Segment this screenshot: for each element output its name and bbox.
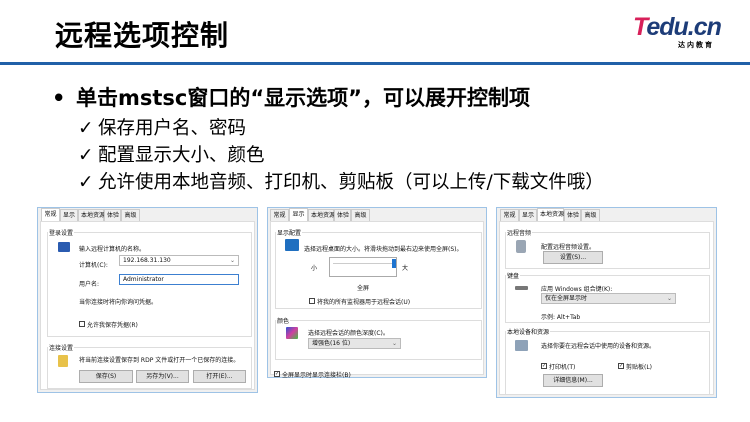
check-item: ✓ 保存用户名、密码	[78, 118, 247, 139]
tab-content: 登录设置 输入远程计算机的名称。 计算机(C): 192.168.31.130 ⌄…	[40, 221, 255, 390]
credential-note: 当你连接时将向你询问凭据。	[79, 299, 158, 306]
devices-icon	[515, 340, 528, 351]
all-monitors-label: 将我的所有监视器用于远程会话(U)	[317, 299, 411, 306]
computer-select[interactable]: 192.168.31.130 ⌄	[119, 255, 239, 266]
local-resources-tab-panel: 常规 显示 本地资源 体验 高级 远程音频 配置远程音频设置。 设置(S)...…	[496, 207, 717, 398]
save-credentials-checkbox[interactable]	[79, 321, 85, 327]
tab-experience[interactable]: 体验	[564, 209, 581, 221]
chevron-down-icon: ⌄	[229, 257, 235, 264]
clipboard-label: 剪贴板(L)	[626, 364, 653, 371]
group-label: 键盘	[506, 271, 521, 280]
audio-text: 配置远程音频设置。	[541, 244, 596, 251]
slider-min-label: 小	[311, 265, 318, 272]
save-as-button[interactable]: 另存为(V)...	[136, 370, 189, 383]
group-label: 远程音频	[506, 228, 533, 237]
remote-audio-group	[505, 232, 710, 269]
monitor-icon	[285, 239, 299, 251]
username-label: 用户名:	[79, 281, 100, 288]
slider-thumb[interactable]	[392, 259, 396, 268]
prompt-text: 输入远程计算机的名称。	[79, 246, 146, 253]
tedu-logo: Tedu.cn 达内教育	[633, 13, 722, 49]
show-connection-bar-label: 全屏显示时显示连接栏(B)	[282, 372, 351, 379]
group-label: 显示配置	[276, 228, 303, 237]
slide-title: 远程选项控制	[55, 19, 230, 52]
details-button[interactable]: 详细信息(M)...	[543, 374, 603, 387]
clipboard-checkbox[interactable]: ✓	[618, 363, 624, 369]
tab-content: 远程音频 配置远程音频设置。 设置(S)... 键盘 应用 Windows 组合…	[499, 221, 714, 395]
save-credentials-label: 允许我保存凭据(R)	[87, 322, 138, 329]
show-connection-bar-checkbox[interactable]: ✓	[274, 371, 280, 377]
username-input[interactable]: Administrator	[119, 274, 239, 285]
size-prompt: 选择远程桌面的大小。将滑块拖动到最右边来使用全屏(S)。	[304, 246, 463, 253]
tab-general[interactable]: 常规	[500, 209, 519, 221]
group-label: 本地设备和资源	[506, 327, 551, 336]
tab-content: 显示配置 选择远程桌面的大小。将滑块拖动到最右边来使用全屏(S)。 小 大 全屏…	[270, 221, 484, 379]
color-prompt: 选择远程会话的颜色深度(C)。	[308, 330, 389, 337]
size-slider[interactable]	[329, 257, 397, 277]
keyboard-label: 应用 Windows 组合键(K):	[541, 286, 613, 293]
display-tab-panel: 常规 显示 本地资源 体验 高级 显示配置 选择远程桌面的大小。将滑块拖动到最右…	[267, 207, 487, 379]
tab-display[interactable]: 显示	[519, 209, 537, 221]
tab-local-resources[interactable]: 本地资源	[537, 208, 564, 221]
computer-icon	[58, 242, 70, 252]
group-label: 登录设置	[48, 228, 75, 237]
speaker-icon	[516, 240, 526, 253]
general-tab-panel: 常规 显示 本地资源 体验 高级 登录设置 输入远程计算机的名称。 计算机(C)…	[37, 207, 258, 393]
tab-general[interactable]: 常规	[41, 208, 60, 221]
group-label: 颜色	[276, 316, 291, 325]
chevron-down-icon: ⌄	[666, 295, 672, 302]
tab-local-resources[interactable]: 本地资源	[308, 209, 335, 221]
example-text: 示例: Alt+Tab	[541, 314, 581, 321]
open-button[interactable]: 打开(E)...	[193, 370, 246, 383]
color-palette-icon	[286, 327, 298, 339]
tab-advanced[interactable]: 高级	[581, 209, 600, 221]
color-depth-select[interactable]: 增强色(16 位) ⌄	[308, 338, 401, 349]
slider-track	[333, 263, 393, 264]
slider-value-label: 全屏	[357, 285, 370, 292]
tab-advanced[interactable]: 高级	[121, 209, 140, 221]
audio-settings-button[interactable]: 设置(S)...	[543, 251, 603, 264]
all-monitors-checkbox[interactable]	[309, 298, 315, 304]
keyboard-icon	[515, 286, 528, 290]
header-divider	[0, 62, 750, 65]
key-combination-select[interactable]: 仅在全屏显示时 ⌄	[541, 293, 676, 304]
tab-display[interactable]: 显示	[289, 208, 308, 221]
check-item: ✓ 允许使用本地音频、打印机、剪贴板（可以上传/下载文件哦）	[78, 172, 604, 193]
tab-advanced[interactable]: 高级	[351, 209, 370, 221]
tab-local-resources[interactable]: 本地资源	[78, 209, 105, 221]
connection-text: 将当前连接设置保存到 RDP 文件或打开一个已保存的连接。	[79, 357, 240, 364]
main-bullet: • 单击mstsc窗口的“显示选项”，可以展开控制项	[52, 86, 530, 110]
tab-general[interactable]: 常规	[270, 209, 289, 221]
printer-checkbox[interactable]: ✓	[541, 363, 547, 369]
save-button[interactable]: 保存(S)	[79, 370, 133, 383]
tab-display[interactable]: 显示	[60, 209, 78, 221]
printer-label: 打印机(T)	[549, 364, 576, 371]
devices-text: 选择你要在远程会话中使用的设备和资源。	[541, 343, 656, 350]
folder-icon	[58, 355, 68, 367]
tab-experience[interactable]: 体验	[104, 209, 121, 221]
tab-experience[interactable]: 体验	[334, 209, 351, 221]
group-label: 连接设置	[48, 343, 75, 352]
slider-max-label: 大	[402, 265, 409, 272]
chevron-down-icon: ⌄	[391, 340, 397, 347]
computer-label: 计算机(C):	[79, 262, 108, 269]
check-item: ✓ 配置显示大小、颜色	[78, 145, 265, 166]
